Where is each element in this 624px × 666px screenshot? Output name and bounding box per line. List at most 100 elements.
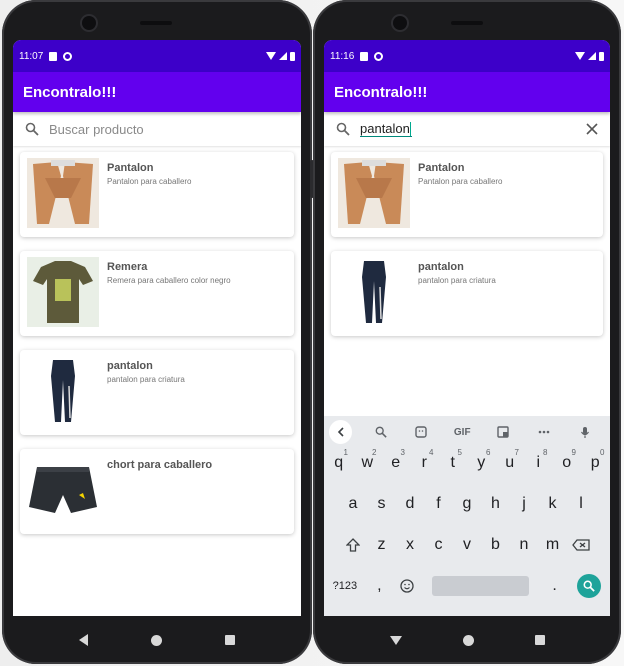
enter-key[interactable] <box>568 571 610 600</box>
key-b[interactable]: b <box>481 530 510 559</box>
product-card-pantalon[interactable]: Pantalon Pantalon para caballero <box>331 152 603 237</box>
hide-keyboard-nav-icon[interactable] <box>389 635 402 645</box>
keyboard-row-3: z x c v b n m <box>324 530 610 559</box>
home-nav-icon[interactable] <box>462 634 474 646</box>
key-hint: 9 <box>571 448 576 457</box>
space-key[interactable] <box>432 575 530 596</box>
product-title: Remera <box>107 261 148 273</box>
front-camera <box>82 16 96 30</box>
key-w[interactable]: w2 <box>353 448 382 477</box>
status-time: 11:07 <box>19 50 44 62</box>
status-bar: 11:07 <box>13 40 301 72</box>
recents-nav-icon[interactable] <box>224 635 235 645</box>
product-card-chort[interactable]: chort para caballero <box>20 449 294 534</box>
product-subtitle: Pantalon para caballero <box>418 177 503 186</box>
key-v[interactable]: v <box>453 530 482 559</box>
sim-card-icon <box>49 51 58 61</box>
key-y[interactable]: y6 <box>467 448 496 477</box>
key-r[interactable]: r4 <box>410 448 439 477</box>
comma-key[interactable]: , <box>366 571 393 600</box>
key-e[interactable]: e3 <box>382 448 411 477</box>
keyboard-row-4: ?123 , . <box>324 571 610 600</box>
product-title: Pantalon <box>418 162 465 174</box>
recents-nav-icon[interactable] <box>534 635 545 645</box>
system-nav-bar <box>2 628 312 652</box>
key-g[interactable]: g <box>453 489 482 518</box>
key-t[interactable]: t5 <box>439 448 468 477</box>
search-icon[interactable] <box>23 120 41 138</box>
key-f[interactable]: f <box>424 489 453 518</box>
key-x[interactable]: x <box>396 530 425 559</box>
sticker-icon[interactable] <box>401 419 442 445</box>
status-bar: 11:16 <box>324 40 610 72</box>
back-nav-icon[interactable] <box>79 634 89 646</box>
shift-key[interactable] <box>339 530 368 559</box>
screenshot-stage: 11:07 Encontralo!!! Buscar producto Pant… <box>0 0 624 666</box>
search-bar[interactable]: Buscar producto <box>13 112 301 146</box>
back-chevron-icon[interactable] <box>329 420 353 444</box>
on-screen-keyboard: GIF q1 w2 e3 r4 t5 y 6 u 7 i 8 o 9 p 0 a… <box>324 416 610 616</box>
search-icon[interactable] <box>360 419 401 445</box>
key-label: e <box>391 453 401 471</box>
search-icon[interactable] <box>334 120 352 138</box>
product-card-remera[interactable]: Remera Remera para caballero color negro <box>20 251 294 336</box>
key-m[interactable]: m <box>538 530 567 559</box>
sync-icon <box>374 51 384 61</box>
product-title: chort para caballero <box>107 459 213 471</box>
clear-search-icon[interactable] <box>584 121 600 137</box>
navy-track-pants-image <box>338 257 410 327</box>
right-phone-frame: 11:16 Encontralo!!! pantalon Pantalon Pa… <box>313 0 621 664</box>
search-input[interactable]: Buscar producto <box>49 122 144 137</box>
product-list: Pantalon Pantalon para caballero pantalo… <box>324 146 610 336</box>
mic-icon[interactable] <box>564 419 605 445</box>
app-title: Encontralo!!! <box>23 83 117 101</box>
keyboard-toolbar: GIF <box>324 416 610 448</box>
emoji-key[interactable] <box>393 571 420 600</box>
key-l[interactable]: l <box>567 489 596 518</box>
period-key[interactable]: . <box>541 571 568 600</box>
home-nav-icon[interactable] <box>150 634 162 646</box>
right-screen: 11:16 Encontralo!!! pantalon Pantalon Pa… <box>324 40 610 616</box>
product-card-pantalon-criatura[interactable]: pantalon pantalon para criatura <box>331 251 603 336</box>
search-input-value: pantalon <box>360 120 410 136</box>
product-list: Pantalon Pantalon para caballero Remera … <box>13 146 301 534</box>
gif-button[interactable]: GIF <box>442 419 483 445</box>
key-u[interactable]: u7 <box>496 448 525 477</box>
more-icon[interactable] <box>523 419 564 445</box>
key-o[interactable]: o9 <box>553 448 582 477</box>
search-bar[interactable]: pantalon <box>324 112 610 146</box>
backspace-key[interactable] <box>567 530 596 559</box>
key-p[interactable]: p0 <box>581 448 610 477</box>
product-subtitle: Pantalon para caballero <box>107 177 192 186</box>
key-c[interactable]: c <box>424 530 453 559</box>
app-bar: Encontralo!!! <box>324 72 610 112</box>
tan-pants-image <box>27 158 99 228</box>
key-n[interactable]: n <box>510 530 539 559</box>
sync-icon <box>63 51 73 61</box>
key-label: q <box>334 453 344 471</box>
navy-track-pants-image <box>27 356 99 426</box>
key-h[interactable]: h <box>481 489 510 518</box>
key-q[interactable]: q1 <box>325 448 354 477</box>
product-card-pantalon[interactable]: Pantalon Pantalon para caballero <box>20 152 294 237</box>
key-z[interactable]: z <box>367 530 396 559</box>
key-hint: 5 <box>457 448 462 457</box>
key-hint: 7 <box>514 448 519 457</box>
keyboard-row-1: q1 w2 e3 r4 t5 y6 u7 i8 o9 p0 <box>324 448 610 477</box>
key-j[interactable]: j <box>510 489 539 518</box>
left-phone-frame: 11:07 Encontralo!!! Buscar producto Pant… <box>2 0 314 664</box>
key-i[interactable]: i8 <box>524 448 553 477</box>
search-input[interactable]: pantalon <box>360 121 412 138</box>
key-label: u <box>505 453 515 471</box>
translate-icon[interactable] <box>483 419 524 445</box>
product-title: pantalon <box>107 360 153 372</box>
key-s[interactable]: s <box>367 489 396 518</box>
key-a[interactable]: a <box>339 489 368 518</box>
symbols-key[interactable]: ?123 <box>324 571 366 600</box>
key-hint: 6 <box>486 448 491 457</box>
key-d[interactable]: d <box>396 489 425 518</box>
product-card-pantalon-criatura[interactable]: pantalon pantalon para criatura <box>20 350 294 435</box>
battery-icon <box>290 51 295 61</box>
key-k[interactable]: k <box>538 489 567 518</box>
product-title: pantalon <box>418 261 464 273</box>
